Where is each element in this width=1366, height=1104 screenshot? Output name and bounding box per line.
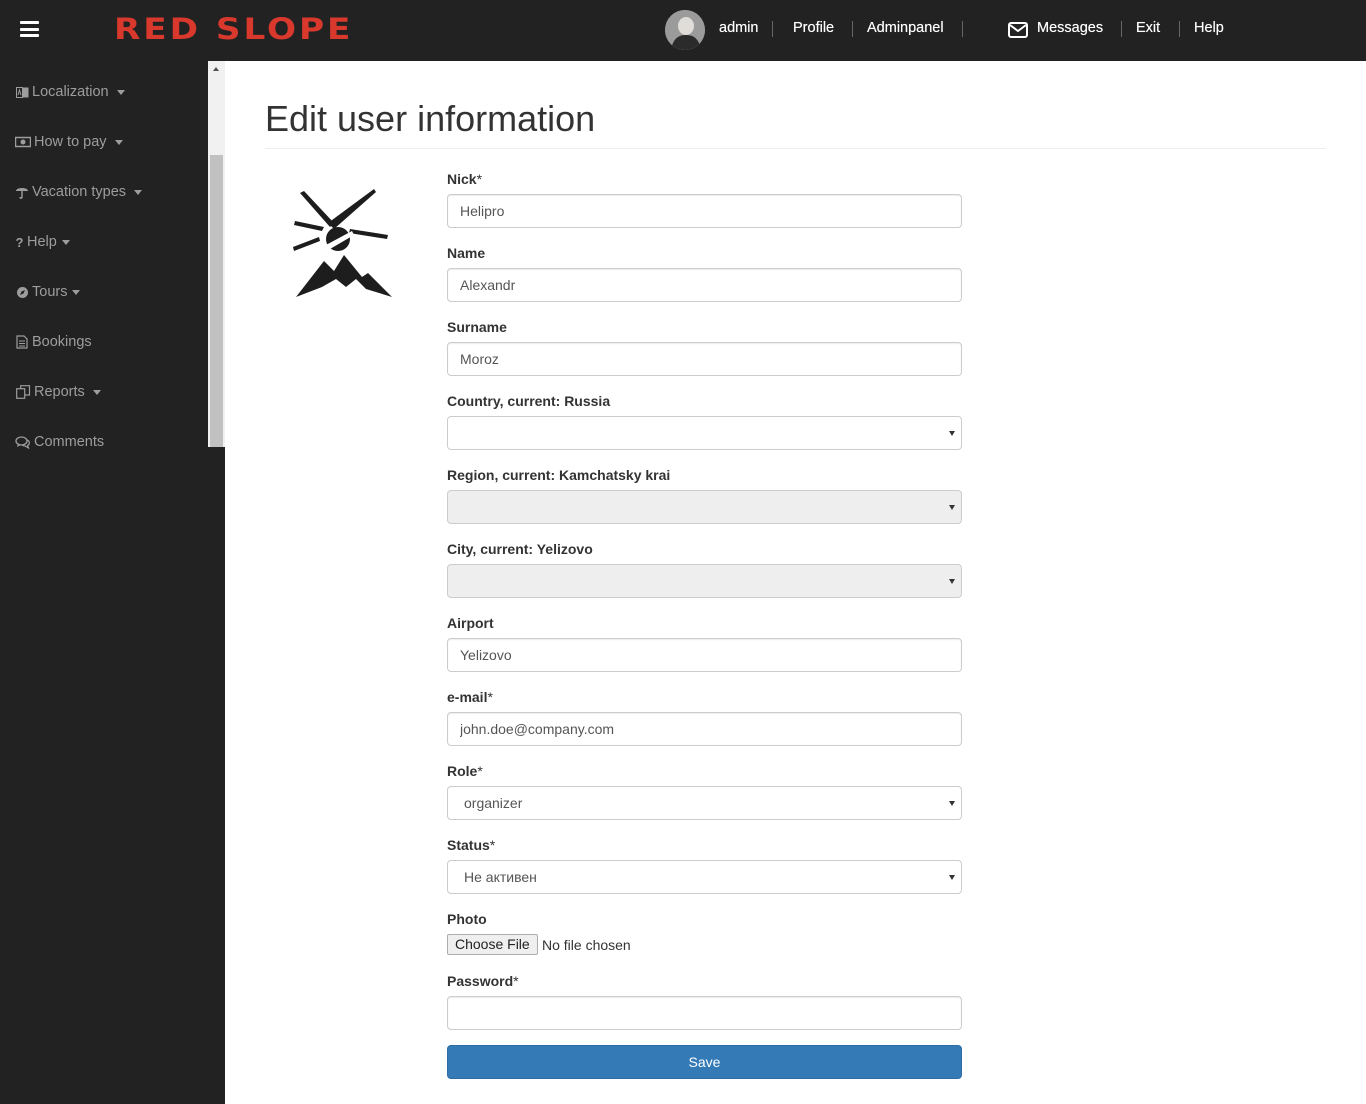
nick-field[interactable] xyxy=(447,194,962,228)
country-select[interactable] xyxy=(447,416,962,450)
page-title: Edit user information xyxy=(265,98,596,139)
profile-link[interactable]: Profile xyxy=(793,20,834,36)
nav-divider xyxy=(852,21,853,37)
role-label: Role* xyxy=(447,763,483,779)
help-link[interactable]: Help xyxy=(1194,20,1224,36)
user-logo-image xyxy=(293,189,392,297)
sidebar-item-vacation-types[interactable]: Vacation types xyxy=(15,182,143,202)
city-select[interactable] xyxy=(447,564,962,598)
messages-link[interactable]: Messages xyxy=(1037,20,1103,36)
scroll-up-arrow-icon[interactable] xyxy=(213,67,219,71)
dropdown-arrow-icon xyxy=(949,579,955,584)
dropdown-arrow-icon xyxy=(949,505,955,510)
dropdown-arrow-icon xyxy=(949,431,955,436)
comments-icon xyxy=(15,435,31,449)
nav-divider xyxy=(1179,21,1180,37)
caret-down-icon xyxy=(116,89,125,95)
sidebar-item-label: Tours xyxy=(32,284,68,300)
email-label: e-mail* xyxy=(447,689,493,705)
sidebar-item-tours[interactable]: Tours xyxy=(15,282,81,302)
nav-divider xyxy=(1121,21,1122,37)
dropdown-arrow-icon xyxy=(949,801,955,806)
status-select-value: Не активен xyxy=(464,869,537,885)
caret-down-icon xyxy=(72,289,81,295)
sidebar-item-label: Localization xyxy=(32,84,109,100)
sidebar-item-help[interactable]: ? Help xyxy=(15,232,70,252)
dropdown-arrow-icon xyxy=(949,875,955,880)
sidebar-item-label: Help xyxy=(27,234,57,250)
status-select[interactable]: Не активен xyxy=(447,860,962,894)
brand-logo-text[interactable]: RED SLOPE xyxy=(114,12,353,46)
role-select-value: organizer xyxy=(464,795,523,811)
sidebar-item-localization[interactable]: Localization xyxy=(15,82,125,102)
status-label: Status* xyxy=(447,837,496,853)
sidebar: Localization How to pay Vacation types ?… xyxy=(0,61,225,1104)
sidebar-item-label: How to pay xyxy=(34,134,107,150)
name-field[interactable] xyxy=(447,268,962,302)
sidebar-item-label: Vacation types xyxy=(32,184,127,200)
sidebar-item-label: Reports xyxy=(34,384,85,400)
nick-label: Nick* xyxy=(447,171,483,187)
nav-divider xyxy=(962,21,963,37)
save-button[interactable]: Save xyxy=(447,1045,962,1079)
airport-label: Airport xyxy=(447,615,494,631)
password-field[interactable] xyxy=(447,996,962,1030)
avatar[interactable] xyxy=(665,10,705,50)
caret-down-icon xyxy=(61,239,70,245)
file-status-text: No file chosen xyxy=(542,937,631,953)
sidebar-item-label: Comments xyxy=(34,434,105,450)
compass-icon xyxy=(15,285,29,299)
caret-down-icon xyxy=(114,139,123,145)
surname-label: Surname xyxy=(447,319,507,335)
name-label: Name xyxy=(447,245,486,261)
exit-link[interactable]: Exit xyxy=(1136,20,1160,36)
sidebar-item-how-to-pay[interactable]: How to pay xyxy=(15,132,123,152)
role-select[interactable]: organizer xyxy=(447,786,962,820)
sidebar-scrollbar-thumb[interactable] xyxy=(210,155,223,447)
region-select[interactable] xyxy=(447,490,962,524)
sidebar-item-comments[interactable]: Comments xyxy=(15,432,104,452)
email-field[interactable] xyxy=(447,712,962,746)
nav-divider xyxy=(772,21,773,37)
menu-toggle-icon[interactable] xyxy=(20,21,39,37)
adminpanel-link[interactable]: Adminpanel xyxy=(867,20,944,36)
choose-file-button[interactable]: Choose File xyxy=(447,934,538,955)
caret-down-icon xyxy=(134,189,143,195)
title-divider xyxy=(265,148,1326,149)
document-icon xyxy=(15,335,29,349)
language-icon xyxy=(15,85,29,99)
envelope-icon[interactable] xyxy=(1008,22,1028,38)
password-label: Password* xyxy=(447,973,519,989)
copy-icon xyxy=(15,385,31,399)
money-icon xyxy=(15,135,31,149)
umbrella-icon xyxy=(15,185,29,199)
sidebar-item-bookings[interactable]: Bookings xyxy=(15,332,92,352)
sidebar-item-label: Bookings xyxy=(32,334,92,350)
caret-down-icon xyxy=(92,389,101,395)
avatar-image xyxy=(665,10,705,50)
airport-field[interactable] xyxy=(447,638,962,672)
city-label: City, current: Yelizovo xyxy=(447,541,593,557)
region-label: Region, current: Kamchatsky krai xyxy=(447,467,671,483)
photo-label: Photo xyxy=(447,911,487,927)
sidebar-item-reports[interactable]: Reports xyxy=(15,382,101,402)
surname-field[interactable] xyxy=(447,342,962,376)
user-name-link[interactable]: admin xyxy=(719,20,759,36)
country-label: Country, current: Russia xyxy=(447,393,611,409)
top-navbar: RED SLOPE admin Profile Adminpanel Messa… xyxy=(0,0,1366,61)
question-icon: ? xyxy=(15,234,24,250)
